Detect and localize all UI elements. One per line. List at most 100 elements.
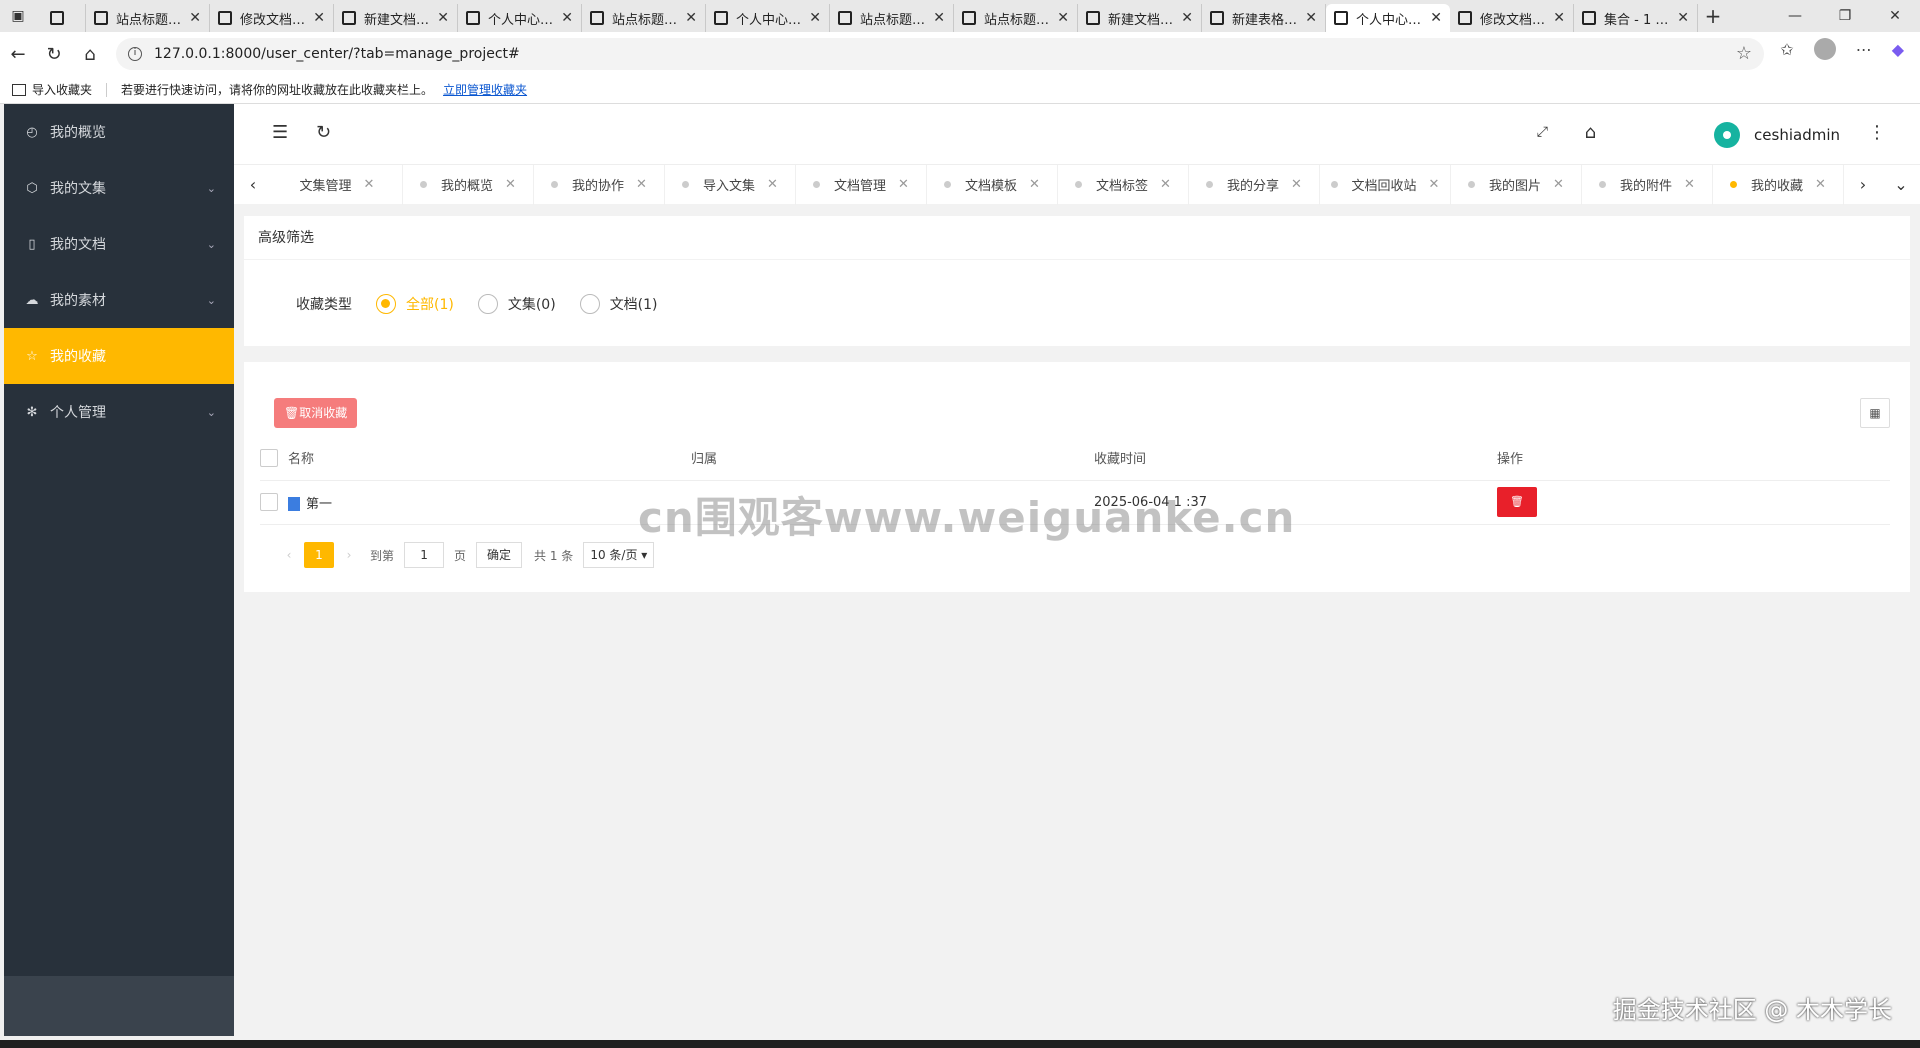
page-tab[interactable]: 我的概览 ✕ (403, 164, 534, 205)
close-tab-icon[interactable]: ✕ (1553, 10, 1565, 26)
sidebar-item[interactable]: ◴ 我的概览 (4, 104, 234, 160)
close-tab-icon[interactable]: ✕ (636, 177, 647, 192)
tab-actions-icon[interactable]: ▣ (0, 0, 36, 32)
browser-tab[interactable]: 新建文档 - 文 ✕ (1078, 4, 1202, 32)
close-tab-icon[interactable]: ✕ (809, 10, 821, 26)
favorite-type-radio[interactable]: 文集(0) (477, 294, 556, 314)
site-info-icon[interactable]: i (128, 47, 142, 61)
next-page-icon[interactable]: › (334, 542, 364, 568)
tabs-next-icon[interactable]: › (1844, 175, 1882, 194)
row-checkbox[interactable] (260, 493, 278, 511)
close-tab-icon[interactable]: ✕ (1429, 177, 1440, 192)
tabs-prev-icon[interactable]: ‹ (234, 175, 272, 194)
close-tab-icon[interactable]: ✕ (1305, 10, 1317, 26)
tabs-dropdown-icon[interactable]: ⌄ (1882, 175, 1920, 194)
browser-tab[interactable]: 站点标题 - 文 ✕ (830, 4, 954, 32)
close-tab-icon[interactable]: ✕ (1160, 177, 1171, 192)
close-tab-icon[interactable]: ✕ (437, 10, 449, 26)
close-tab-icon[interactable]: ✕ (1677, 10, 1689, 26)
fullscreen-icon[interactable]: ⤢ (1537, 124, 1548, 140)
sidebar-item[interactable]: ☆ 我的收藏 (4, 328, 234, 384)
divider (106, 82, 108, 97)
refresh-icon[interactable]: ↻ (316, 122, 331, 143)
page-tab[interactable]: 文集管理 ✕ (272, 164, 403, 205)
close-tab-icon[interactable]: ✕ (189, 10, 201, 26)
browser-tab[interactable]: 站点标题 - 文 ✕ (582, 4, 706, 32)
page-tab[interactable]: 我的收藏 ✕ (1713, 164, 1844, 205)
more-menu-icon[interactable]: ⋯ (1856, 40, 1872, 59)
browser-tab[interactable]: 个人中心 - 文 ✕ (706, 4, 830, 32)
close-window-icon[interactable]: ✕ (1870, 0, 1920, 32)
back-icon[interactable]: ← (0, 44, 36, 65)
page-tab[interactable]: 文档管理 ✕ (796, 164, 927, 205)
manage-favorites-link[interactable]: 立即管理收藏夹 (443, 81, 527, 98)
close-tab-icon[interactable]: ✕ (1553, 177, 1564, 192)
goto-confirm-button[interactable]: 确定 (476, 542, 523, 568)
page-tab[interactable]: 导入文集 ✕ (665, 164, 796, 205)
close-tab-icon[interactable]: ✕ (685, 10, 697, 26)
browser-tab[interactable] (36, 4, 86, 32)
close-tab-icon[interactable]: ✕ (1815, 177, 1826, 192)
url-input[interactable]: i 127.0.0.1:8000/user_center/?tab=manage… (116, 38, 1764, 70)
delete-button[interactable]: 🗑 (1497, 487, 1537, 517)
column-settings-icon[interactable]: ▦ (1860, 398, 1890, 428)
browser-tab[interactable]: 站点标题 - 文 ✕ (86, 4, 210, 32)
browser-tab[interactable]: 个人中心 - 文 ✕ (458, 4, 582, 32)
browser-tab[interactable]: 修改文档 - 文 ✕ (210, 4, 334, 32)
import-favorites-link[interactable]: 导入收藏夹 (32, 81, 92, 98)
close-tab-icon[interactable]: ✕ (1029, 177, 1040, 192)
page-tab-label: 我的概览 (441, 179, 494, 194)
sidebar-item[interactable]: ▯ 我的文档 ⌄ (4, 216, 234, 272)
row-name[interactable]: 第一 (306, 497, 332, 512)
restore-icon[interactable]: ❐ (1820, 0, 1870, 32)
page-tab[interactable]: 我的图片 ✕ (1451, 164, 1582, 205)
close-tab-icon[interactable]: ✕ (1430, 10, 1442, 26)
sidebar-item[interactable]: ⬡ 我的文集 ⌄ (4, 160, 234, 216)
browser-tab[interactable]: 新建表格 - 文 ✕ (1202, 4, 1326, 32)
page-tab[interactable]: 我的附件 ✕ (1582, 164, 1713, 205)
page-tab[interactable]: 文档模板 ✕ (927, 164, 1058, 205)
select-all-checkbox[interactable] (260, 448, 278, 467)
close-tab-icon[interactable]: ✕ (364, 177, 375, 192)
favorite-star-icon[interactable]: ☆ (1736, 43, 1752, 64)
close-tab-icon[interactable]: ✕ (1684, 177, 1695, 192)
favorites-icon[interactable]: ✩ (1780, 40, 1793, 59)
close-tab-icon[interactable]: ✕ (561, 10, 573, 26)
favorite-type-radio[interactable]: 全部(1) (376, 294, 454, 314)
reload-icon[interactable]: ↻ (36, 44, 72, 65)
page-current[interactable]: 1 (304, 542, 334, 568)
home-icon[interactable]: ⌂ (72, 44, 108, 65)
page-tab[interactable]: 我的协作 ✕ (534, 164, 665, 205)
close-tab-icon[interactable]: ✕ (1057, 10, 1069, 26)
page-tab[interactable]: 我的分享 ✕ (1189, 164, 1320, 205)
close-tab-icon[interactable]: ✕ (898, 177, 909, 192)
more-vertical-icon[interactable]: ⋮ (1868, 122, 1886, 143)
unfavorite-button[interactable]: 🗑取消收藏 (274, 398, 358, 428)
home-icon[interactable]: ⌂ (1585, 122, 1596, 143)
browser-tab[interactable]: 站点标题 - 文 ✕ (954, 4, 1078, 32)
browser-tab[interactable]: 集合 - 1 - 文 ✕ (1574, 4, 1698, 32)
menu-toggle-icon[interactable]: ☰ (272, 122, 288, 143)
close-tab-icon[interactable]: ✕ (505, 177, 516, 192)
user-menu[interactable]: ceshiadmin (1714, 122, 1840, 148)
new-tab-button[interactable]: + (1698, 4, 1728, 28)
browser-tab[interactable]: 新建文档 - 文 ✕ (334, 4, 458, 32)
page-size-select[interactable]: 10 条/页 ▾ (583, 542, 655, 568)
page-tab[interactable]: 文档回收站 ✕ (1320, 164, 1451, 205)
prev-page-icon[interactable]: ‹ (274, 542, 304, 568)
favorite-type-radio[interactable]: 文档(1) (579, 294, 658, 314)
close-tab-icon[interactable]: ✕ (767, 177, 778, 192)
close-tab-icon[interactable]: ✕ (313, 10, 325, 26)
browser-tab[interactable]: 个人中心 - 文 ✕ (1326, 4, 1450, 32)
close-tab-icon[interactable]: ✕ (1291, 177, 1302, 192)
minimize-icon[interactable]: — (1770, 0, 1820, 32)
close-tab-icon[interactable]: ✕ (933, 10, 945, 26)
goto-page-input[interactable]: 1 (404, 542, 445, 568)
browser-tab[interactable]: 修改文档模板 ✕ (1450, 4, 1574, 32)
page-tab[interactable]: 文档标签 ✕ (1058, 164, 1189, 205)
sidebar-item[interactable]: ☁ 我的素材 ⌄ (4, 272, 234, 328)
copilot-icon[interactable]: ◆ (1892, 40, 1904, 59)
close-tab-icon[interactable]: ✕ (1181, 10, 1193, 26)
sidebar-item[interactable]: ✻ 个人管理 ⌄ (4, 384, 234, 440)
profile-avatar[interactable] (1813, 38, 1836, 60)
